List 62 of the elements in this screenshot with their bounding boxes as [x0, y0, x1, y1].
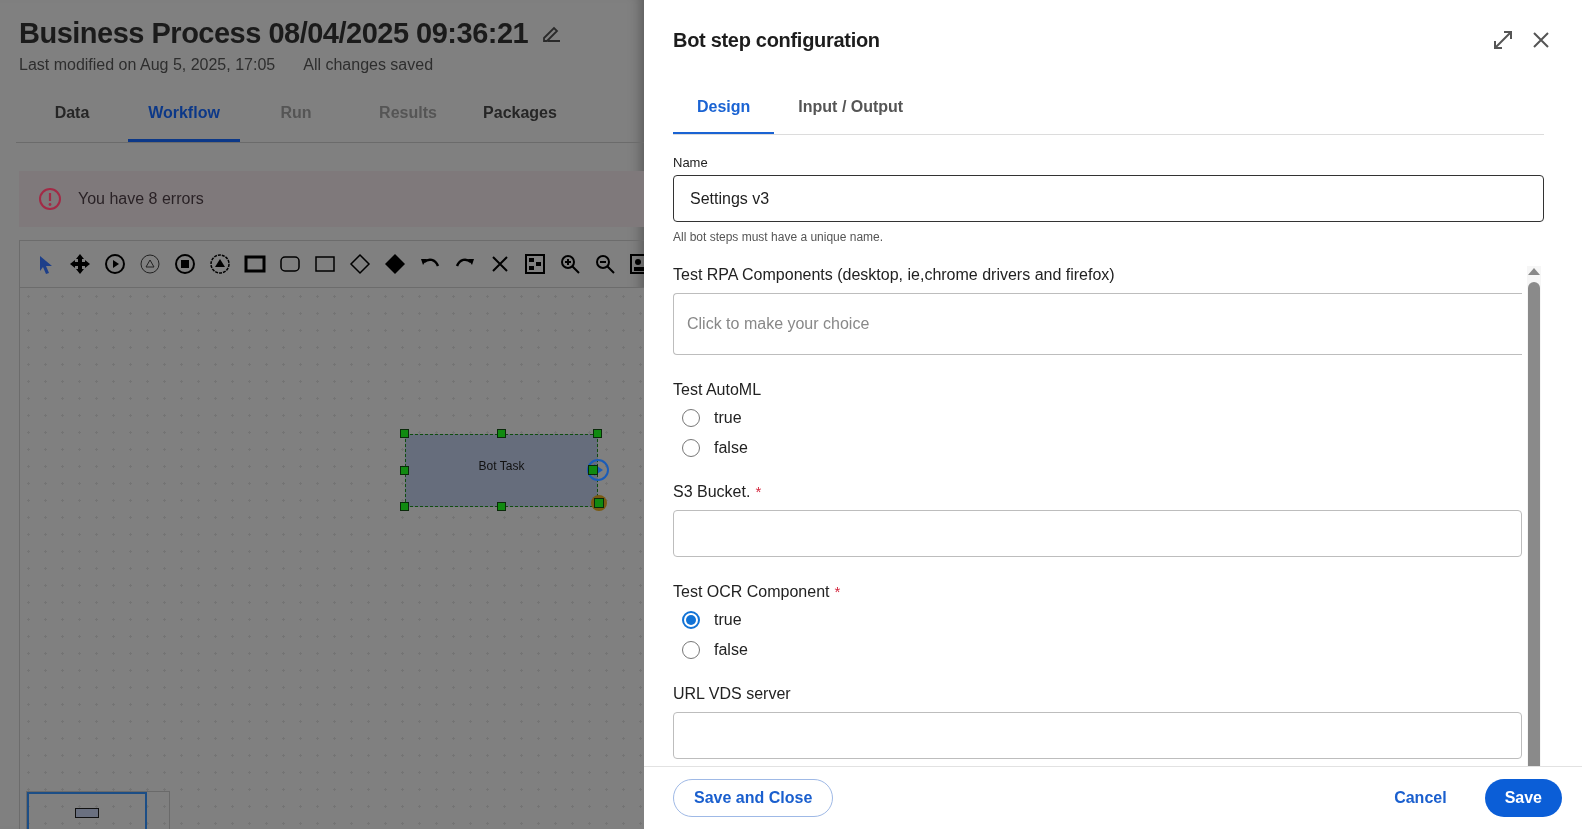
name-field[interactable]: Settings v3: [673, 175, 1544, 222]
resize-handle[interactable]: [400, 465, 409, 475]
signal-event-icon[interactable]: [209, 253, 231, 275]
cancel-button[interactable]: Cancel: [1374, 779, 1467, 817]
diamond-icon[interactable]: [349, 253, 371, 275]
filled-diamond-icon[interactable]: [384, 253, 406, 275]
resize-handle[interactable]: [496, 502, 506, 511]
radio-label: false: [714, 641, 748, 659]
task-node[interactable]: Bot Task: [405, 434, 598, 507]
tab[interactable]: Design: [673, 82, 775, 134]
start-event-icon[interactable]: [104, 253, 126, 275]
scroll-up-icon[interactable]: [1527, 266, 1541, 276]
triangle-event-icon[interactable]: [139, 253, 161, 275]
radio-button[interactable]: [682, 611, 700, 629]
scrollbar[interactable]: [1527, 266, 1541, 766]
field-label: Test AutoML: [673, 381, 762, 399]
field-label: Test OCR Component: [673, 583, 830, 601]
zoom-out-icon[interactable]: [594, 253, 616, 275]
save-status-text: All changes saved: [303, 56, 434, 74]
viewport-indicator[interactable]: [27, 792, 147, 829]
resize-handle[interactable]: [400, 429, 409, 438]
save-button[interactable]: Save: [1484, 779, 1562, 817]
tab[interactable]: Data: [16, 86, 128, 142]
save-and-close-button[interactable]: Save and Close: [673, 779, 834, 817]
input-field[interactable]: [673, 712, 1522, 759]
last-modified-text: Last modified on Aug 5, 2025, 17:05: [19, 56, 276, 74]
stop-event-icon[interactable]: [174, 253, 196, 275]
thick-rectangle-icon[interactable]: [244, 253, 266, 275]
tab[interactable]: Workflow: [128, 86, 240, 142]
resize-handle[interactable]: [496, 429, 506, 438]
move-icon[interactable]: [69, 253, 91, 275]
node-thumbnail: [75, 808, 99, 818]
field-label: Test RPA Components (desktop, ie,chrome drivers and firefox): [673, 266, 1115, 284]
error-icon: [38, 187, 62, 211]
error-message: You have 8 errors: [78, 190, 204, 208]
tab[interactable]: Packages: [464, 86, 576, 142]
input-field[interactable]: [673, 510, 1522, 557]
zoom-in-icon[interactable]: [559, 253, 581, 275]
required-mark: *: [834, 583, 841, 600]
minimap[interactable]: [26, 791, 170, 829]
scrollbar-thumb[interactable]: [1528, 282, 1540, 766]
field-label: Name: [673, 155, 709, 170]
field-label: S3 Bucket.: [673, 483, 751, 501]
maximize-icon[interactable]: [1492, 29, 1514, 51]
rectangle-icon[interactable]: [314, 253, 336, 275]
resize-handle[interactable]: [400, 502, 409, 511]
required-mark: *: [755, 483, 762, 500]
panel-title: Bot step configuration: [673, 28, 880, 52]
rounded-rectangle-icon[interactable]: [279, 253, 301, 275]
radio-label: false: [714, 439, 748, 457]
close-icon[interactable]: [1532, 31, 1550, 49]
tab[interactable]: Input / Output: [774, 82, 928, 134]
placeholder-text: Click to make your choice: [687, 315, 870, 333]
field-hint: All bot steps must have a unique name.: [673, 230, 885, 244]
resize-handle[interactable]: [593, 429, 602, 438]
radio-label: true: [714, 409, 742, 427]
process-title: Business Process 08/04/2025 09:36:21: [19, 16, 529, 50]
rotate-handle[interactable]: [591, 495, 607, 511]
layout-icon[interactable]: [524, 253, 546, 275]
radio-label: true: [714, 611, 742, 629]
select-field[interactable]: Click to make your choice: [673, 293, 1522, 355]
field-label: URL VDS server: [673, 685, 791, 703]
